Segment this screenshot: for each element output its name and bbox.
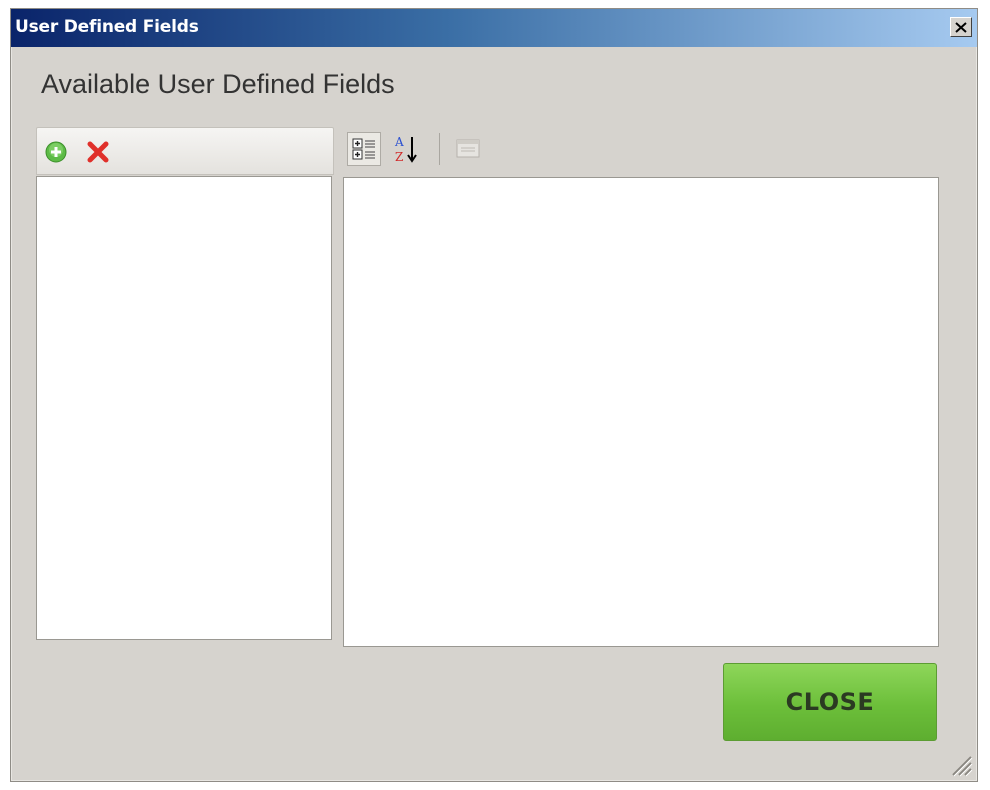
close-button[interactable]: CLOSE: [723, 663, 937, 741]
resize-grip-icon[interactable]: [947, 751, 973, 777]
property-pages-icon: [456, 139, 480, 158]
delete-icon: [87, 141, 109, 163]
delete-field-button[interactable]: [85, 139, 111, 165]
window-title: User Defined Fields: [15, 17, 199, 37]
user-defined-fields-dialog: User Defined Fields Available User Defin…: [10, 8, 978, 782]
sort-alphabetical-icon: A Z: [394, 135, 417, 164]
property-pages-button[interactable]: [451, 132, 485, 166]
fields-list-toolbar: [36, 127, 334, 175]
sort-alphabetical-button[interactable]: A Z: [389, 132, 423, 166]
window-close-button[interactable]: [950, 17, 972, 37]
property-grid[interactable]: [343, 177, 939, 647]
add-field-button[interactable]: [43, 139, 69, 165]
title-bar[interactable]: User Defined Fields: [11, 9, 977, 47]
page-title: Available User Defined Fields: [41, 69, 395, 99]
svg-text:A: A: [394, 135, 404, 149]
close-icon: [955, 21, 967, 33]
properties-toolbar: A Z: [343, 127, 939, 173]
svg-text:Z: Z: [395, 150, 403, 164]
categorized-view-icon: [352, 138, 375, 160]
categorized-view-button[interactable]: [347, 132, 381, 166]
fields-list[interactable]: [36, 176, 332, 640]
toolbar-separator: [439, 133, 440, 165]
close-button-label: CLOSE: [785, 688, 875, 716]
add-icon: [45, 141, 67, 163]
